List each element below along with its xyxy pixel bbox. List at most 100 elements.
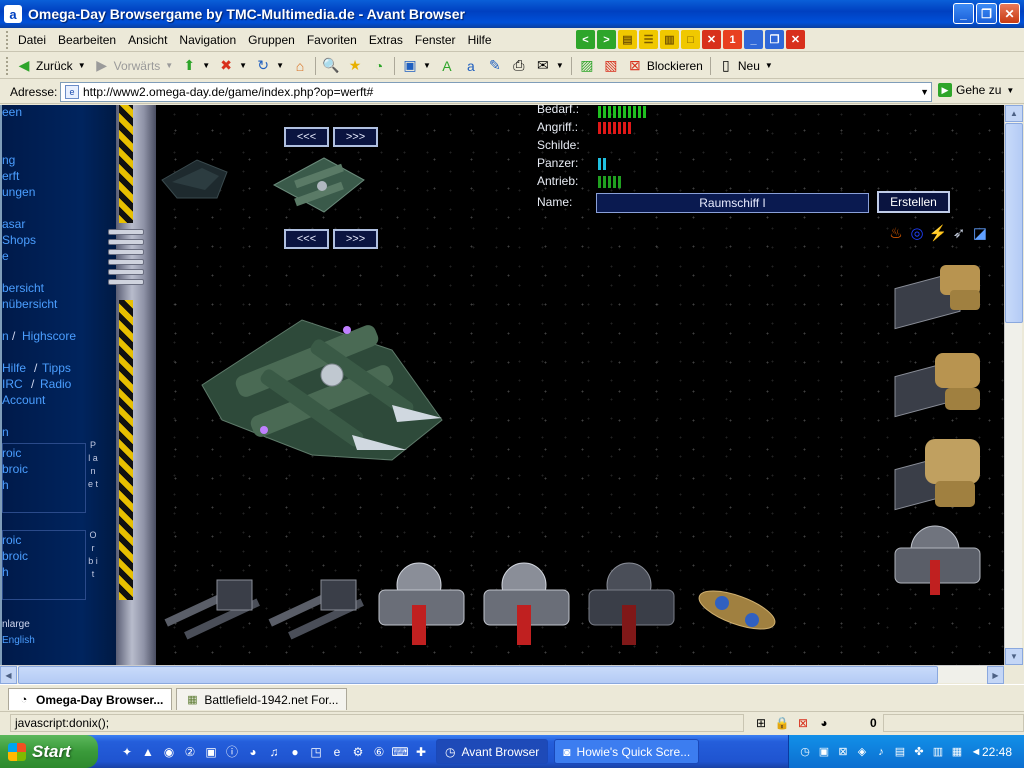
menu-fenster[interactable]: Fenster xyxy=(409,33,462,47)
start-button[interactable]: Start xyxy=(0,735,98,768)
print-button[interactable]: ⎙ xyxy=(507,55,531,77)
english-link[interactable]: English xyxy=(2,635,35,646)
chevron-down-icon[interactable]: ▼ xyxy=(765,61,773,70)
component-cannon-1[interactable] xyxy=(162,570,262,640)
tray-icon[interactable]: ✤ xyxy=(911,744,927,760)
chevron-down-icon[interactable]: ▼ xyxy=(920,87,929,97)
component-engine-2[interactable] xyxy=(890,343,990,433)
network-icon[interactable]: ⊞ xyxy=(752,715,770,731)
component-engine-4[interactable] xyxy=(890,520,990,600)
mdi-close-icon[interactable]: ✕ xyxy=(786,30,805,49)
nav-link[interactable]: ng xyxy=(2,153,15,167)
app-icon[interactable]: ② xyxy=(181,743,199,761)
component-drone[interactable] xyxy=(692,575,792,645)
tab-battlefield[interactable]: ▦ Battlefield-1942.net For... xyxy=(176,688,348,710)
nav-link-hilfe[interactable]: Hilfe xyxy=(2,361,26,375)
menu-gruppen[interactable]: Gruppen xyxy=(242,33,301,47)
view-button[interactable]: ▣ ▼ xyxy=(398,55,435,77)
favorites-button[interactable]: ★ xyxy=(343,55,367,77)
scroll-left-icon[interactable]: ◀ xyxy=(0,666,17,684)
planet-link[interactable]: roic xyxy=(2,446,21,460)
menu-extras[interactable]: Extras xyxy=(363,33,409,47)
ring-icon[interactable]: ◎ xyxy=(907,223,927,243)
nav-link[interactable]: n xyxy=(2,425,9,439)
prev-window-icon[interactable]: < xyxy=(576,30,595,49)
next-window-icon[interactable]: > xyxy=(597,30,616,49)
stop-button[interactable]: ✖ ▼ xyxy=(214,55,251,77)
nav-link-werft[interactable]: erft xyxy=(2,169,19,183)
chevron-down-icon[interactable]: ▼ xyxy=(423,61,431,70)
nav-link[interactable]: een xyxy=(2,105,22,119)
scroll-up-icon[interactable]: ▲ xyxy=(1005,105,1023,122)
vertical-scrollbar[interactable]: ▲ ▼ xyxy=(1004,105,1023,665)
nav-link-basar[interactable]: asar xyxy=(2,217,25,231)
window-count-badge[interactable]: 1 xyxy=(723,30,742,49)
ship-preview-dark[interactable] xyxy=(157,150,232,205)
tab-omega-day[interactable]: ◔ Omega-Day Browser... xyxy=(8,688,173,710)
component-shield-gen-3[interactable] xyxy=(584,560,684,650)
mdi-minimize-icon[interactable]: _ xyxy=(744,30,763,49)
tray-icon[interactable]: ♪ xyxy=(873,744,889,760)
chevron-down-icon[interactable]: ▼ xyxy=(78,61,86,70)
shield-icon[interactable]: ◪ xyxy=(970,223,990,243)
tray-icon[interactable]: ▣ xyxy=(816,744,832,760)
maximize-button[interactable]: ❐ xyxy=(976,3,997,24)
task-quick-screenshot[interactable]: ◙ Howie's Quick Scre... xyxy=(554,739,700,764)
nav-link[interactable]: ungen xyxy=(2,185,35,199)
create-ship-button[interactable]: Erstellen xyxy=(877,191,950,213)
app-icon[interactable]: ⓘ xyxy=(223,743,241,761)
nav-link-uebersicht[interactable]: bersicht xyxy=(2,281,44,295)
enlarge-link[interactable]: nlarge xyxy=(2,619,30,630)
menu-hilfe[interactable]: Hilfe xyxy=(462,33,498,47)
single-window-icon[interactable]: □ xyxy=(681,30,700,49)
lock-icon[interactable]: 🔒 xyxy=(773,715,791,731)
planet-link[interactable]: h xyxy=(2,478,9,492)
back-button[interactable]: ◀ Zurück ▼ xyxy=(12,55,90,77)
go-button[interactable]: ▶ Gehe zu ▼ xyxy=(938,83,1014,97)
chevron-down-icon[interactable]: ▼ xyxy=(165,61,173,70)
tray-icon[interactable]: ⊠ xyxy=(835,744,851,760)
next-component-button[interactable]: >>> xyxy=(333,229,378,249)
up-button[interactable]: ⬆ ▼ xyxy=(177,55,214,77)
nav-link[interactable]: e xyxy=(2,249,9,263)
security-icon[interactable]: ◕ xyxy=(815,715,833,731)
close-window-button[interactable]: ✕ xyxy=(999,3,1020,24)
component-shield-gen-1[interactable] xyxy=(374,560,474,650)
app-icon[interactable]: ✚ xyxy=(412,743,430,761)
new-window-button[interactable]: ▯ Neu ▼ xyxy=(714,55,777,77)
app-icon[interactable]: ⚙ xyxy=(349,743,367,761)
ship-name-input[interactable]: Raumschiff I xyxy=(596,193,869,213)
nav-link[interactable]: n xyxy=(2,329,9,343)
window-title-bar[interactable]: a Omega-Day Browsergame by TMC-Multimedi… xyxy=(0,0,1024,28)
chevron-down-icon[interactable]: ▼ xyxy=(276,61,284,70)
chevron-down-icon[interactable]: ▼ xyxy=(556,61,564,70)
tray-icon[interactable]: ◷ xyxy=(797,744,813,760)
vertical-scroll-thumb[interactable] xyxy=(1005,123,1023,323)
images-button[interactable]: ▨ xyxy=(575,55,599,77)
lightning-icon[interactable]: ⚡ xyxy=(928,223,948,243)
menu-ansicht[interactable]: Ansicht xyxy=(122,33,173,47)
mail-button[interactable]: ✉ ▼ xyxy=(531,55,568,77)
app-icon[interactable]: ◕ xyxy=(244,743,262,761)
app-icon[interactable]: ◉ xyxy=(160,743,178,761)
horizontal-scroll-thumb[interactable] xyxy=(18,666,938,684)
menu-navigation[interactable]: Navigation xyxy=(173,33,242,47)
minimize-button[interactable]: _ xyxy=(953,3,974,24)
chevron-down-icon[interactable]: ▼ xyxy=(1006,86,1014,95)
scroll-down-icon[interactable]: ▼ xyxy=(1005,648,1023,665)
menu-favoriten[interactable]: Favoriten xyxy=(301,33,363,47)
block-popups-button[interactable]: ⊠ Blockieren xyxy=(623,55,707,77)
nav-link-account[interactable]: Account xyxy=(2,393,45,407)
task-avant-browser[interactable]: ◷ Avant Browser xyxy=(436,739,549,764)
flame-icon[interactable]: ♨ xyxy=(886,223,906,243)
font-size-button[interactable]: A xyxy=(435,55,459,77)
ship-preview-selected[interactable] xyxy=(264,150,374,220)
cascade-icon[interactable]: ▤ xyxy=(618,30,637,49)
next-hull-button[interactable]: >>> xyxy=(333,127,378,147)
app-icon[interactable]: ✦ xyxy=(118,743,136,761)
prev-hull-button[interactable]: <<< xyxy=(284,127,329,147)
globe-icon[interactable]: ● xyxy=(286,743,304,761)
tray-icon[interactable]: ▦ xyxy=(949,744,965,760)
toolbar-grip[interactable] xyxy=(6,30,9,49)
nav-link-tipps[interactable]: Tipps xyxy=(42,361,71,375)
